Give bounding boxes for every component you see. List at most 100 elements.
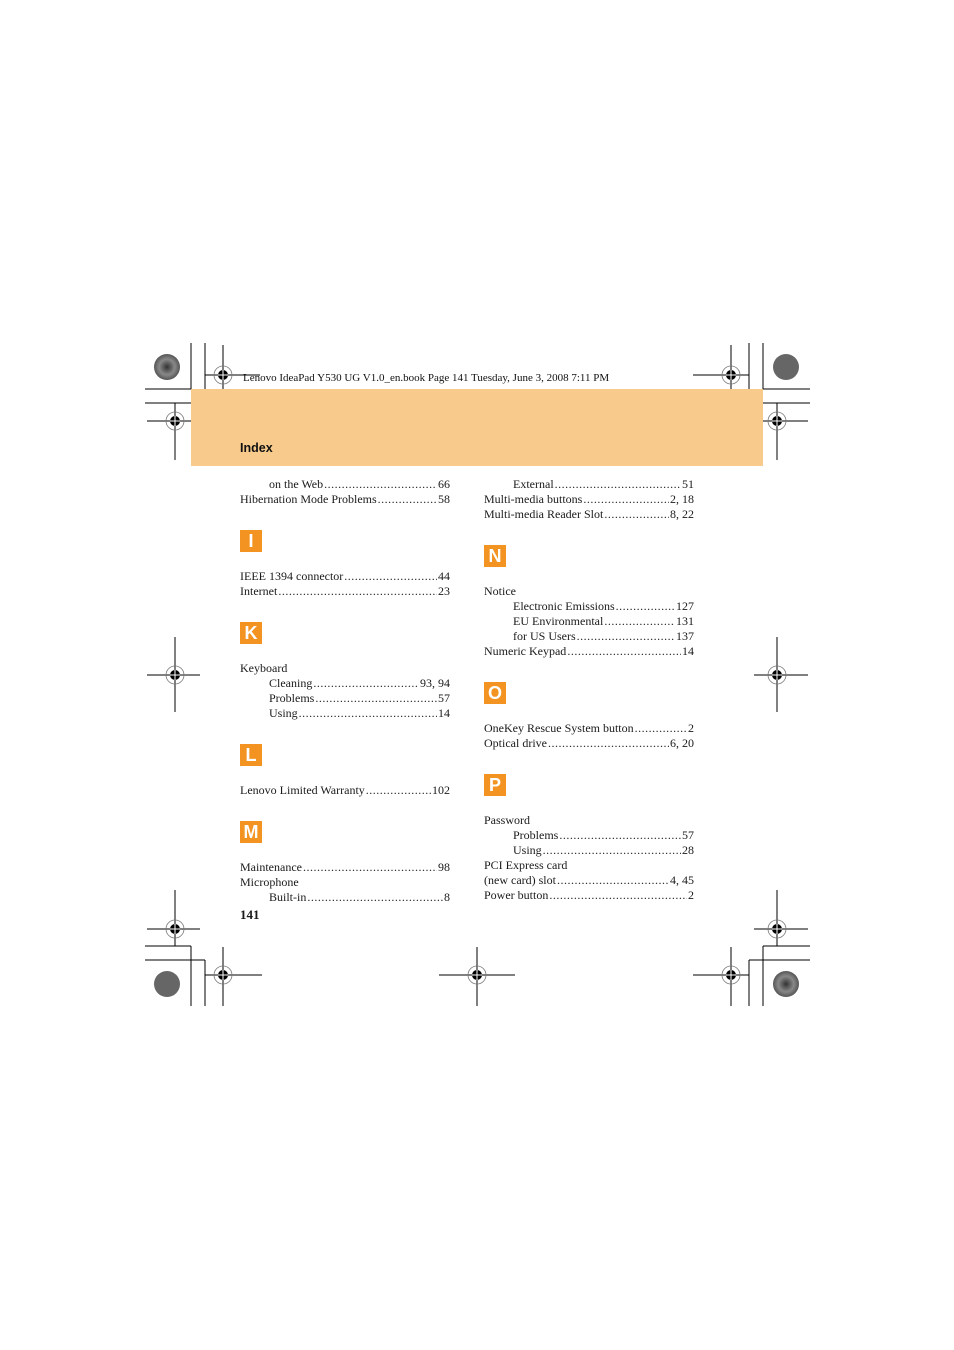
dot-leader (559, 828, 681, 843)
index-entry: Built-in 8 (240, 890, 450, 905)
letter-heading: I (240, 530, 450, 552)
index-entry-label: Lenovo Limited Warranty (240, 783, 365, 797)
index-entry: Multi-media Reader Slot 8, 22 (484, 507, 694, 522)
dot-leader (366, 783, 431, 798)
index-entry-label: Numeric Keypad (484, 644, 567, 658)
index-entry: Lenovo Limited Warranty 102 (240, 783, 450, 798)
index-entry-label: for US Users (513, 629, 576, 643)
index-entry-page: 4, 45 (670, 873, 694, 887)
index-entry-label: IEEE 1394 connector (240, 569, 344, 583)
index-entry: (new card) slot 4, 45 (484, 873, 694, 888)
index-entry-page: 2, 18 (670, 492, 694, 506)
dot-leader (344, 569, 437, 584)
index-entry-label: Cleaning (269, 676, 313, 690)
index-entry-page: 51 (682, 477, 694, 491)
index-entry-label: Hibernation Mode Problems (240, 492, 377, 506)
dot-leader (635, 721, 687, 736)
index-entry: External 51 (484, 477, 694, 492)
index-entry-page: 14 (682, 644, 694, 658)
index-entry-page: 131 (676, 614, 694, 628)
dot-leader (577, 629, 675, 644)
index-entry-page: 8, 22 (670, 507, 694, 521)
index-entry-page: 137 (676, 629, 694, 643)
index-entry-label: Problems (269, 691, 315, 705)
index-entry: Numeric Keypad 14 (484, 644, 694, 659)
index-entry-page: 14 (438, 706, 450, 720)
index-entry: Internet 23 (240, 584, 450, 599)
letter-heading: L (240, 744, 450, 766)
index-entry-page: 102 (432, 783, 450, 797)
letter-heading: N (484, 545, 694, 567)
dot-leader (313, 676, 419, 691)
index-entry: Multi-media buttons 2, 18 (484, 492, 694, 507)
dot-leader (303, 860, 437, 875)
dot-leader (555, 477, 681, 492)
dot-leader (299, 706, 437, 721)
dot-leader (548, 736, 669, 751)
index-entry: Problems 57 (484, 828, 694, 843)
index-entry-page: 58 (438, 492, 450, 506)
dot-leader (324, 477, 437, 492)
index-entry-label: Multi-media Reader Slot (484, 507, 604, 521)
index-entry-page: 2 (688, 721, 694, 735)
index-entry: Maintenance 98 (240, 860, 450, 875)
index-entry-page: 93, 94 (420, 676, 450, 690)
index-entry: Problems 57 (240, 691, 450, 706)
index-entry-label: Notice (484, 584, 516, 598)
index-entry-page: 28 (682, 843, 694, 857)
index-entry-label: EU Environmental (513, 614, 604, 628)
section-title: Index (240, 441, 273, 455)
index-entry-label: Multi-media buttons (484, 492, 583, 506)
index-entry: Notice (484, 584, 694, 599)
index-entry: for US Users 137 (484, 629, 694, 644)
index-entry: Electronic Emissions 127 (484, 599, 694, 614)
index-entry-label: Power button (484, 888, 549, 902)
letter-heading: O (484, 682, 694, 704)
index-entry: Cleaning 93, 94 (240, 676, 450, 691)
index-entry-label: Problems (513, 828, 559, 842)
dot-leader (549, 888, 687, 903)
index-entry-label: Optical drive (484, 736, 547, 750)
index-entry-label: Password (484, 813, 531, 827)
letter-badge: L (240, 744, 262, 766)
letter-badge: I (240, 530, 262, 552)
index-entry: Keyboard (240, 661, 450, 676)
dot-leader (315, 691, 437, 706)
index-entry-page: 57 (682, 828, 694, 842)
index-entry-label: Using (269, 706, 298, 720)
index-entry-page: 66 (438, 477, 450, 491)
page-number: 141 (240, 907, 260, 922)
index-entry: Optical drive 6, 20 (484, 736, 694, 751)
index-entry: IEEE 1394 connector 44 (240, 569, 450, 584)
index-entry: Power button 2 (484, 888, 694, 903)
dot-leader (616, 599, 675, 614)
letter-heading: M (240, 821, 450, 843)
index-entry: EU Environmental 131 (484, 614, 694, 629)
index-entry-page: 2 (688, 888, 694, 902)
index-column-right: External51Multi-media buttons2, 18Multi-… (484, 477, 694, 903)
dot-leader (307, 890, 443, 905)
dot-leader (604, 507, 669, 522)
index-entry: Password (484, 813, 694, 828)
dot-leader (278, 584, 437, 599)
index-entry-label: on the Web (269, 477, 324, 491)
index-entry-page: 8 (444, 890, 450, 904)
index-entry-label: Internet (240, 584, 278, 598)
index-entry-label: Electronic Emissions (513, 599, 615, 613)
index-entry-label: PCI Express card (484, 858, 568, 872)
index-entry: Using 14 (240, 706, 450, 721)
index-entry-label: Keyboard (240, 661, 288, 675)
letter-heading: K (240, 622, 450, 644)
dot-leader (604, 614, 675, 629)
index-entry-label: Using (513, 843, 542, 857)
dot-leader (557, 873, 669, 888)
index-entry: Hibernation Mode Problems 58 (240, 492, 450, 507)
index-entry-page: 23 (438, 584, 450, 598)
index-entry: PCI Express card (484, 858, 694, 873)
letter-badge: K (240, 622, 262, 644)
letter-badge: M (240, 821, 262, 843)
header-band (191, 389, 763, 466)
letter-heading: P (484, 774, 694, 796)
index-entry-label: OneKey Rescue System button (484, 721, 634, 735)
index-entry-label: Maintenance (240, 860, 302, 874)
